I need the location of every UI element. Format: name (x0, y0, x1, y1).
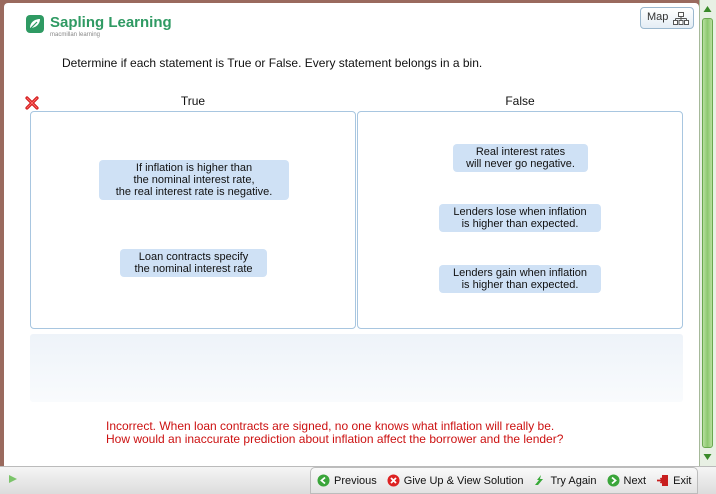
statement-card[interactable]: Real interest rates will never go negati… (453, 144, 588, 172)
next-label: Next (623, 474, 647, 487)
exit-button[interactable]: Exit (656, 474, 691, 487)
feedback-message: Incorrect. When loan contracts are signe… (106, 420, 563, 446)
bin-false[interactable]: Real interest rates will never go negati… (357, 111, 683, 329)
leaf-icon (26, 15, 44, 33)
next-arrow-icon (607, 474, 619, 487)
unsorted-tray[interactable] (30, 334, 683, 402)
vertical-scrollbar[interactable] (699, 0, 716, 466)
scroll-down-arrow-icon[interactable] (700, 450, 715, 464)
statement-card[interactable]: Loan contracts specify the nominal inter… (120, 249, 267, 277)
map-button[interactable]: Map (640, 7, 694, 29)
sapling-logo: Sapling Learning macmillan learning (26, 14, 172, 44)
previous-button[interactable]: Previous (317, 474, 377, 487)
give-up-label: Give Up & View Solution (403, 474, 524, 487)
sitemap-icon (673, 12, 689, 25)
question-panel: Sapling Learning macmillan learning Map … (4, 3, 699, 470)
statement-card[interactable]: Lenders lose when inflation is higher th… (439, 204, 601, 232)
next-button[interactable]: Next (607, 474, 647, 487)
previous-arrow-icon (317, 474, 330, 487)
bin-true-header: True (180, 94, 206, 108)
bin-true[interactable]: If inflation is higher than the nominal … (30, 111, 356, 329)
try-again-label: Try Again (550, 474, 597, 487)
bin-false-header: False (505, 94, 535, 108)
exit-label: Exit (673, 474, 692, 487)
statement-card[interactable]: Lenders gain when inflation is higher th… (439, 265, 601, 293)
instructions: Determine if each statement is True or F… (62, 56, 483, 70)
navigation-bar: Previous Give Up & View Solution Try Aga… (310, 467, 699, 494)
brand-name: Sapling Learning (50, 14, 172, 31)
map-label: Map (647, 11, 669, 23)
previous-label: Previous (334, 474, 377, 487)
give-up-icon (387, 474, 400, 487)
try-again-button[interactable]: Try Again (533, 474, 597, 487)
brand-subtitle: macmillan learning (50, 32, 101, 38)
feedback-line-2: How would an inaccurate prediction about… (106, 432, 564, 446)
give-up-button[interactable]: Give Up & View Solution (387, 474, 524, 487)
try-again-icon (535, 475, 544, 485)
scroll-thumb[interactable] (702, 18, 713, 448)
scroll-up-arrow-icon[interactable] (700, 2, 715, 16)
statement-card[interactable]: If inflation is higher than the nominal … (99, 160, 289, 200)
exit-icon (657, 475, 669, 486)
play-arrow-icon[interactable] (8, 474, 18, 484)
footer-bar: Previous Give Up & View Solution Try Aga… (0, 466, 716, 494)
